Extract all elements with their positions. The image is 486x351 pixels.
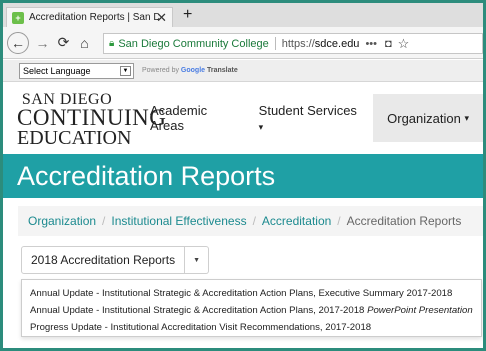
- page-title-bar: Accreditation Reports: [3, 154, 483, 198]
- dropdown-caret-icon[interactable]: ▼: [185, 246, 210, 274]
- main-nav: Academic Areas Student Services ▾ Organi…: [150, 82, 483, 154]
- dropdown-menu-item[interactable]: Progress Update - Institutional Accredit…: [22, 319, 481, 336]
- url-text: https://sdce.edu: [281, 37, 360, 50]
- dropdown-menu-item[interactable]: Annual Update - Institutional Strategic …: [22, 285, 481, 302]
- sdce-logo[interactable]: SAN DIEGO CONTINUING EDUCATION: [17, 91, 167, 150]
- tab-title: Accreditation Reports | San Die: [29, 12, 159, 23]
- nav-academic-areas[interactable]: Academic Areas: [150, 103, 239, 133]
- browser-tab[interactable]: + Accreditation Reports | San Die ✕: [6, 7, 173, 27]
- bookmark-star-icon[interactable]: ☆: [398, 36, 410, 52]
- report-year-dropdown[interactable]: 2018 Accreditation Reports ▼: [21, 246, 210, 274]
- home-icon[interactable]: ⌂: [74, 32, 95, 53]
- browser-window: + Accreditation Reports | San Die ✕ + ← …: [0, 0, 486, 351]
- pocket-icon[interactable]: ◘: [385, 38, 392, 50]
- forward-arrow-icon[interactable]: →: [32, 32, 53, 53]
- page-title: Accreditation Reports: [17, 160, 276, 191]
- lock-icon: 🔒︎: [109, 38, 115, 49]
- caret-down-icon: ▾: [258, 122, 264, 132]
- breadcrumb-institutional-effectiveness[interactable]: Institutional Effectiveness: [111, 214, 246, 228]
- back-arrow-icon[interactable]: ←: [7, 31, 29, 54]
- site-header: SAN DIEGO CONTINUING EDUCATION Academic …: [3, 82, 483, 154]
- dropdown-menu: Annual Update - Institutional Strategic …: [21, 279, 482, 337]
- reload-icon[interactable]: ⟳: [53, 32, 74, 53]
- site-identity: San Diego Community College: [118, 37, 269, 50]
- nav-student-services[interactable]: Student Services ▾: [259, 103, 359, 133]
- breadcrumb: Organization / Institutional Effectivene…: [18, 206, 483, 236]
- tab-strip: + Accreditation Reports | San Die ✕ +: [3, 3, 483, 27]
- dropdown-button[interactable]: 2018 Accreditation Reports: [21, 246, 186, 274]
- chevron-down-icon: ▼: [120, 65, 131, 76]
- logo-line-2: CONTINUING: [17, 105, 167, 131]
- breadcrumb-organization[interactable]: Organization: [28, 214, 96, 228]
- breadcrumb-accreditation[interactable]: Accreditation: [262, 214, 331, 228]
- google-logo: Google: [180, 67, 206, 74]
- site-favicon-icon: +: [12, 11, 24, 24]
- language-select[interactable]: Select Language ▼: [19, 62, 134, 79]
- powered-by-google: Powered by Google Translate: [142, 67, 238, 74]
- navigation-bar: ← → ⟳ ⌂ 🔒︎ San Diego Community College h…: [3, 27, 483, 59]
- breadcrumb-current: Accreditation Reports: [346, 214, 462, 228]
- dropdown-menu-item[interactable]: Annual Update - Institutional Strategic …: [22, 302, 481, 319]
- address-bar[interactable]: 🔒︎ San Diego Community College https://s…: [103, 33, 483, 54]
- new-tab-icon[interactable]: +: [183, 6, 192, 24]
- divider: [274, 37, 276, 50]
- breadcrumb-separator: /: [102, 214, 106, 228]
- language-select-label: Select Language: [23, 65, 91, 76]
- nav-organization[interactable]: Organization ▾: [373, 94, 483, 142]
- page-actions-icon[interactable]: •••: [365, 38, 377, 50]
- translate-bar: Select Language ▼ Powered by Google Tran…: [3, 60, 483, 82]
- close-tab-icon[interactable]: ✕: [156, 10, 167, 26]
- breadcrumb-separator: /: [252, 214, 256, 228]
- caret-down-icon: ▾: [464, 112, 469, 123]
- logo-line-3: EDUCATION: [17, 127, 132, 150]
- breadcrumb-separator: /: [337, 214, 341, 228]
